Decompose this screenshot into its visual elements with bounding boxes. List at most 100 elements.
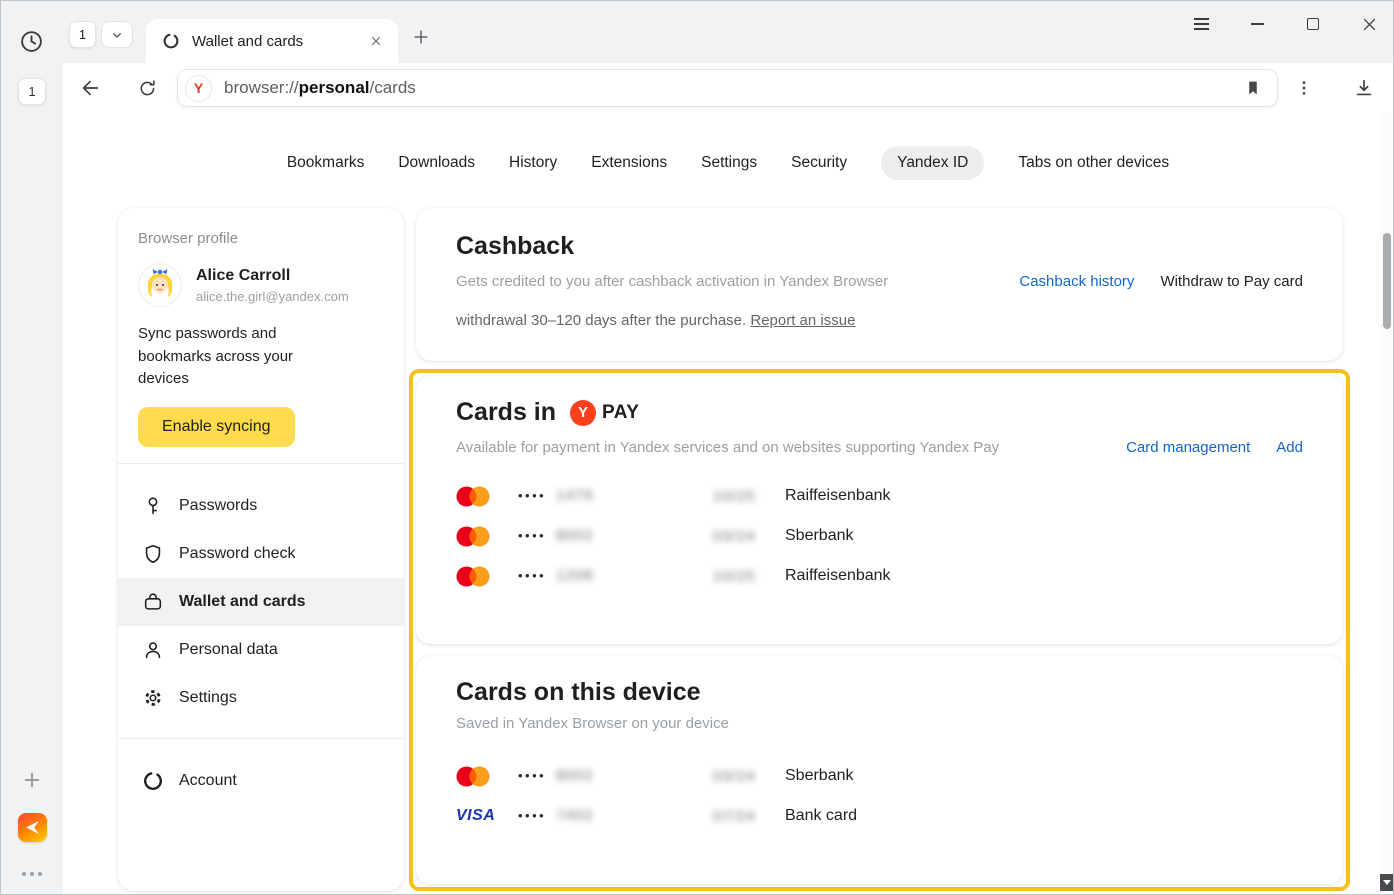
report-an-issue-link[interactable]: Report an issue [750,312,855,329]
reload-button[interactable] [135,76,159,100]
card-management-link[interactable]: Card management [1126,439,1250,456]
new-tab-button[interactable] [407,23,435,51]
rail-more-button[interactable] [1,872,63,876]
sidebar-item-account[interactable]: Account [118,757,404,805]
yandex-pay-logo: Y PAY [570,400,639,426]
sidebar-item-passwords[interactable]: Passwords [118,482,404,530]
cards-on-device-section: Cards on this device Saved in Yandex Bro… [416,656,1343,884]
kebab-menu-icon [1294,78,1314,98]
close-icon [1361,16,1378,33]
card-row[interactable]: ••••8002 03/24 Sberbank [456,516,1303,556]
bookmark-button[interactable] [1241,76,1265,100]
tab-panel-button[interactable]: 1 [18,78,46,105]
nav-bookmarks[interactable]: Bookmarks [287,148,365,178]
maximize-icon [1307,18,1319,30]
page-scrollbar[interactable] [1381,113,1393,894]
sidebar-item-password-check[interactable]: Password check [118,530,404,578]
nav-security[interactable]: Security [791,148,847,178]
cashback-history-link[interactable]: Cashback history [1019,273,1134,290]
nav-tabs-other-devices[interactable]: Tabs on other devices [1018,148,1169,178]
settings-side-nav: Passwords Password check Wallet and card… [118,464,404,722]
card-expiry: 10/25 [713,488,785,505]
toolbar: Y browser://personal/cards [63,63,1393,113]
window-controls [1189,7,1381,41]
site-badge-yandex[interactable]: Y [185,75,212,102]
profile-email: alice.the.girl@yandex.com [196,289,349,304]
pay-section-subtitle: Available for payment in Yandex services… [456,439,1126,456]
minimize-button[interactable] [1245,12,1269,36]
gear-icon [142,687,164,709]
card-expiry: 07/24 [713,808,785,825]
browser-menu-button[interactable] [1189,12,1213,36]
card-number: ••••8002 [518,767,713,785]
mastercard-icon [456,526,518,547]
card-row[interactable]: ••••1476 10/25 Raiffeisenbank [456,476,1303,516]
sidebar-item-wallet-and-cards[interactable]: Wallet and cards [118,578,404,626]
withdraw-to-pay-card-link[interactable]: Withdraw to Pay card [1160,273,1303,290]
card-bank-name: Sberbank [785,527,1303,545]
rail-add-button[interactable] [1,769,63,791]
cashback-title: Cashback [456,232,1303,261]
highlight-rectangle: Cards in Y PAY Available for payment in … [409,369,1350,891]
reload-icon [137,78,158,99]
card-expiry: 03/24 [713,528,785,545]
profile-name: Alice Carroll [196,267,349,285]
sidebar-item-label: Passwords [179,497,257,515]
card-row[interactable]: ••••1208 10/25 Raiffeisenbank [456,556,1303,596]
close-button[interactable] [1357,12,1381,36]
left-rail: 1 [1,1,63,894]
mastercard-icon [456,566,518,587]
sidebar-item-personal-data[interactable]: Personal data [118,626,404,674]
sidebar-item-label: Wallet and cards [179,593,306,611]
nav-settings[interactable]: Settings [701,148,757,178]
card-bank-name: Bank card [785,807,1303,825]
cashback-note: withdrawal 30–120 days after the purchas… [456,312,1303,329]
tab-count-button[interactable]: 1 [69,21,96,48]
minimize-icon [1251,23,1264,25]
back-arrow-icon [80,77,102,99]
yandex-browser-logo[interactable] [18,813,47,842]
device-section-subtitle: Saved in Yandex Browser on your device [456,715,1303,732]
card-row[interactable]: VISA ••••7402 07/24 Bank card [456,796,1303,836]
wallet-icon [142,591,164,613]
nav-history[interactable]: History [509,148,557,178]
toolbar-more-button[interactable] [1292,76,1316,100]
card-row[interactable]: ••••8002 03/24 Sberbank [456,756,1303,796]
tab-dropdown-button[interactable] [101,21,133,48]
active-tab[interactable]: Wallet and cards [146,19,398,63]
nav-yandex-id[interactable]: Yandex ID [881,146,984,180]
back-button[interactable] [79,76,103,100]
tab-close-button[interactable] [366,31,386,51]
browser-window: 1 1 Wallet and cards [0,0,1394,895]
yandex-id-icon [162,32,180,50]
sidebar-item-settings[interactable]: Settings [118,674,404,722]
person-icon [142,639,164,661]
card-expiry: 10/25 [713,568,785,585]
card-number: ••••8002 [518,527,713,545]
tab-count: 1 [79,27,86,42]
settings-top-nav: Bookmarks Downloads History Extensions S… [63,113,1393,180]
address-bar[interactable]: Y browser://personal/cards [177,69,1278,107]
bookmark-flag-icon [1244,79,1262,97]
nav-extensions[interactable]: Extensions [591,148,667,178]
add-card-link[interactable]: Add [1276,439,1303,456]
tab-title: Wallet and cards [192,33,354,50]
maximize-button[interactable] [1301,12,1325,36]
download-icon [1353,77,1375,99]
profile-section-label: Browser profile [138,230,384,247]
profile-row: Alice Carroll alice.the.girl@yandex.com [138,263,384,307]
history-clock-icon[interactable] [19,29,44,54]
settings-page: Bookmarks Downloads History Extensions S… [63,113,1393,894]
chevron-down-icon [109,27,125,43]
scroll-down-button[interactable] [1380,874,1393,891]
nav-downloads[interactable]: Downloads [398,148,475,178]
enable-syncing-button[interactable]: Enable syncing [138,407,295,447]
url-text: browser://personal/cards [224,78,416,98]
cashback-subtitle: Gets credited to you after cashback acti… [456,273,1019,290]
scrollbar-thumb[interactable] [1383,233,1391,329]
yandex-id-ring-icon [142,770,164,792]
downloads-button[interactable] [1352,76,1376,100]
sidebar-item-label: Account [179,772,237,790]
cards-main-column: Cashback Gets credited to you after cash… [409,208,1350,891]
device-section-title: Cards on this device [456,678,1303,707]
